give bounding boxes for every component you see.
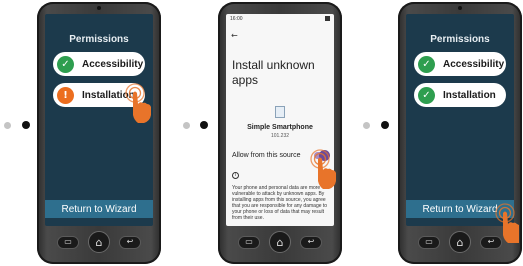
back-arrow-icon[interactable]: ← [231,31,238,40]
flow-connector-dot [363,122,370,129]
permission-item-installation[interactable]: ✓ Installation [414,83,506,107]
permissions-screen: Permissions ✓ Accessibility ✓ Installati… [406,14,514,226]
recent-apps-button[interactable]: ▭ [57,235,79,249]
phone-panel-3: Permissions ✓ Accessibility ✓ Installati… [398,2,522,264]
flow-connector-dot [381,121,389,129]
pointing-hand-icon [310,149,336,189]
check-icon: ✓ [418,55,435,73]
front-camera [97,6,101,10]
phone-panel-2: 16:00 ← Install unknown apps Simple Smar… [218,2,342,264]
flow-connector-dot [183,122,190,129]
app-name: Simple Smartphone [247,124,313,131]
check-icon: ✓ [57,55,74,73]
hardware-button-bar: ▭ ⌂ ↩ [37,225,161,259]
home-button[interactable]: ⌂ [88,231,110,253]
app-icon [275,106,285,118]
home-button[interactable]: ⌂ [449,231,471,253]
pointing-hand-icon [125,83,151,123]
hardware-button-bar: ▭ ⌂ ↩ [218,225,342,259]
permission-label: Accessibility [82,58,144,70]
status-time: 16:00 [230,16,243,22]
battery-icon [325,16,330,21]
permission-item-accessibility[interactable]: ✓ Accessibility [53,52,145,76]
app-version: 101.232 [270,133,290,139]
check-icon: ✓ [418,86,435,104]
exclamation-icon: ! [57,86,74,104]
flow-connector-dot [200,121,208,129]
pointing-hand-icon [495,203,519,243]
install-unknown-apps-screen: 16:00 ← Install unknown apps Simple Smar… [226,14,334,226]
front-camera [458,6,462,10]
flow-connector-dot [22,121,30,129]
recent-apps-button[interactable]: ▭ [418,235,440,249]
page-title: Permissions [69,34,129,45]
recent-apps-button[interactable]: ▭ [238,235,260,249]
page-title: Install unknown apps [232,58,315,87]
back-button[interactable]: ↩ [119,235,141,249]
permission-label: Installation [443,89,496,101]
return-to-wizard-button[interactable]: Return to Wizard [45,200,153,218]
flow-connector-dot [4,122,11,129]
status-bar: 16:00 [230,16,330,22]
permission-item-accessibility[interactable]: ✓ Accessibility [414,52,506,76]
back-button[interactable]: ↩ [300,235,322,249]
home-button[interactable]: ⌂ [269,231,291,253]
page-title: Permissions [430,34,490,45]
permission-label: Accessibility [443,58,505,70]
allow-from-source-label: Allow from this source [232,152,301,159]
phone-panel-1: Permissions ✓ Accessibility ! Installati… [37,2,161,264]
info-icon: i [232,172,239,179]
